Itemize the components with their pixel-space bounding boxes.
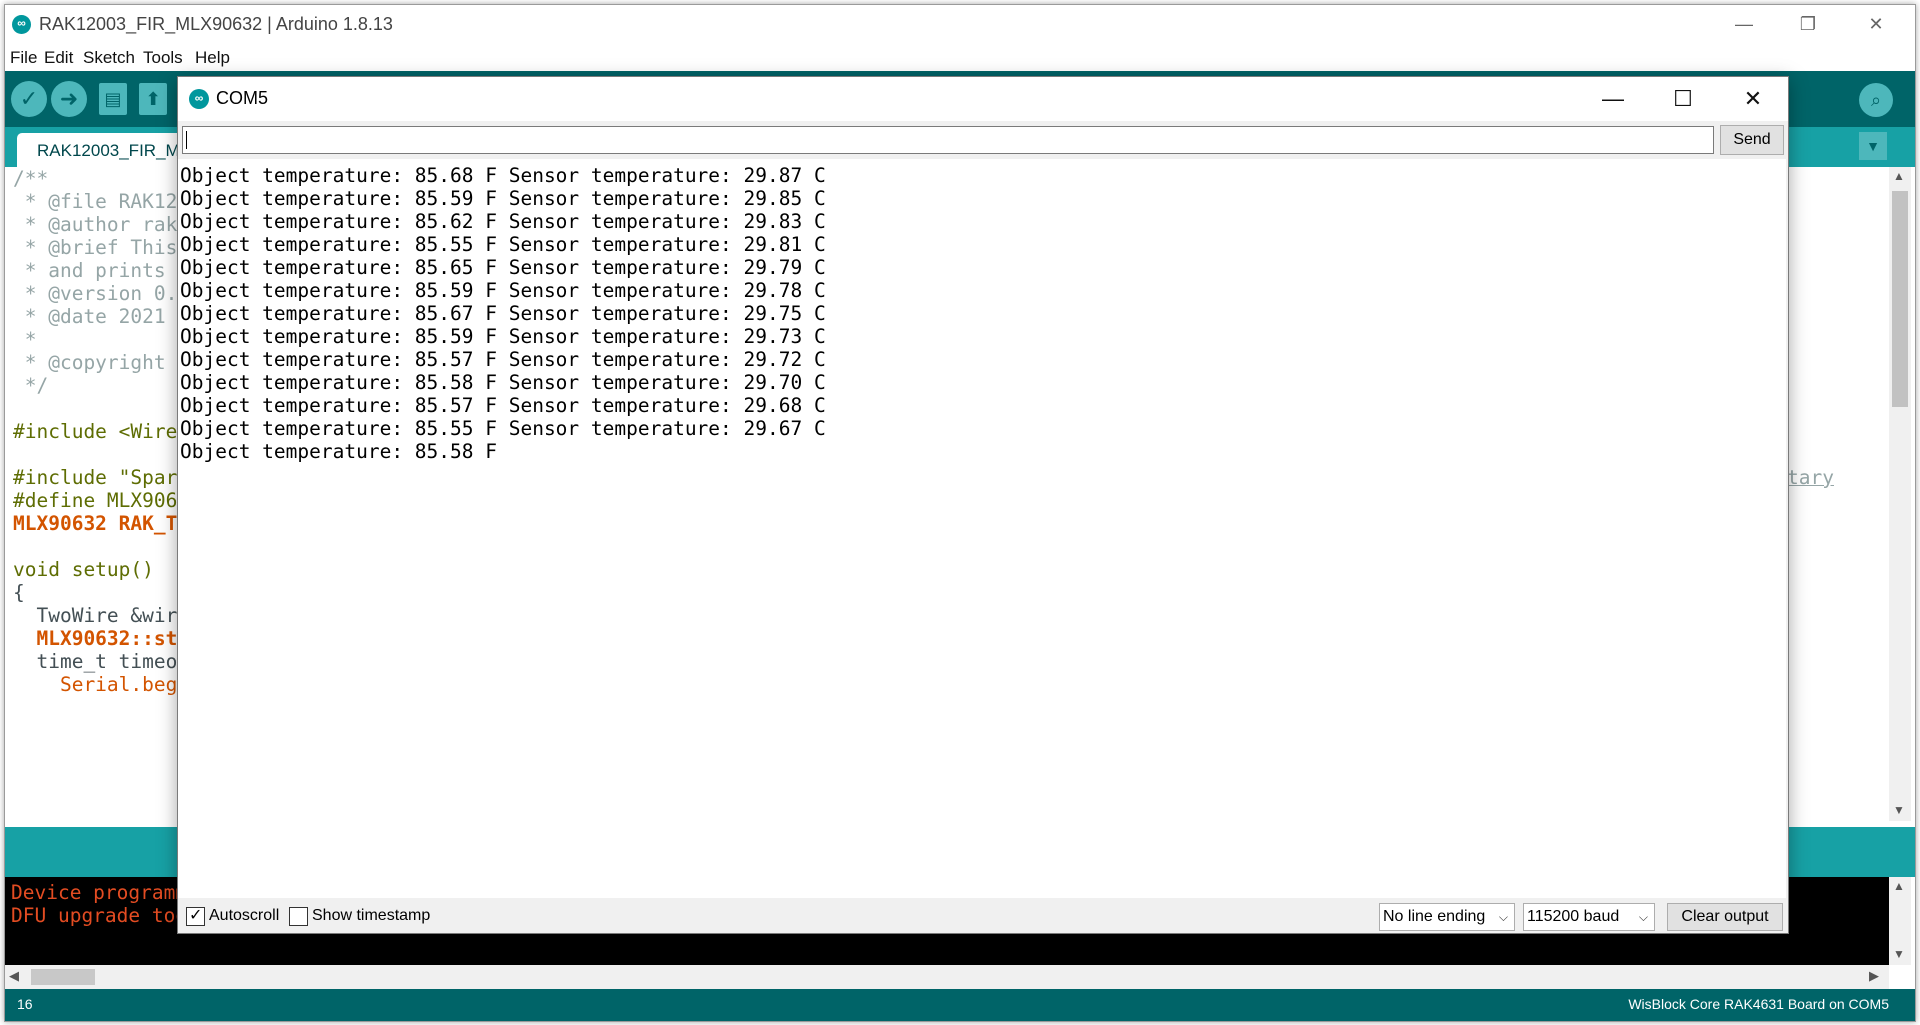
clear-output-button[interactable]: Clear output: [1667, 903, 1783, 931]
checkmark-icon: ✓: [189, 907, 203, 924]
serial-monitor-window: ∞ COM5 — ☐ ✕ Send Object temperature: 85…: [177, 76, 1789, 934]
code-line: {: [13, 581, 25, 604]
baud-rate-value: 115200 baud: [1527, 908, 1620, 925]
tab-sketch[interactable]: RAK12003_FIR_MLX90632: [17, 133, 248, 167]
arduino-logo-icon: ∞: [189, 89, 209, 109]
title-bar: ∞ RAK12003_FIR_MLX90632 | Arduino 1.8.13…: [5, 5, 1915, 45]
window-title: RAK12003_FIR_MLX90632 | Arduino 1.8.13: [39, 14, 393, 34]
chevron-down-icon: ⌵: [1638, 910, 1648, 924]
arrow-right-icon: ➜: [59, 86, 79, 111]
baud-rate-select[interactable]: 115200 baud ⌵: [1523, 903, 1655, 931]
code-line: * @date 2021: [13, 305, 166, 328]
line-number: 16: [17, 996, 33, 1012]
scroll-down-icon[interactable]: ▼: [1893, 803, 1905, 817]
console-line: DFU upgrade took: [11, 904, 199, 927]
serial-window-title: COM5: [216, 88, 269, 108]
close-button[interactable]: ✕: [1853, 9, 1899, 39]
serial-output[interactable]: Object temperature: 85.68 F Sensor tempe…: [178, 159, 1786, 898]
upload-button[interactable]: ➜: [51, 81, 87, 117]
code-line: */: [13, 374, 49, 397]
scroll-down-icon[interactable]: ▼: [1893, 947, 1905, 961]
chevron-down-icon: ▼: [1866, 138, 1880, 154]
serial-output-line: Object temperature: 85.62 F Sensor tempe…: [180, 210, 826, 233]
open-button[interactable]: ⬆: [139, 83, 167, 115]
chevron-down-icon: ⌵: [1498, 910, 1508, 924]
console-scrollbar[interactable]: ▲ ▼: [1889, 877, 1911, 965]
serial-output-line: Object temperature: 85.59 F Sensor tempe…: [180, 325, 826, 348]
serial-output-line: Object temperature: 85.59 F Sensor tempe…: [180, 279, 826, 302]
arduino-logo-icon: ∞: [12, 15, 31, 34]
serial-monitor-button[interactable]: ⌕: [1859, 83, 1893, 117]
menu-edit[interactable]: Edit: [44, 48, 73, 68]
code-line: void setup(): [13, 558, 154, 581]
serial-output-line: Object temperature: 85.55 F Sensor tempe…: [180, 417, 826, 440]
scroll-left-icon[interactable]: ◀: [9, 968, 19, 984]
scroll-up-icon[interactable]: ▲: [1893, 879, 1905, 893]
editor-scrollbar[interactable]: ▲ ▼: [1889, 167, 1911, 821]
restore-button[interactable]: ❐: [1785, 9, 1831, 39]
code-line: * @version 0.1: [13, 282, 190, 305]
status-bar: 16 WisBlock Core RAK4631 Board on COM5: [5, 989, 1915, 1021]
serial-maximize-button[interactable]: ☐: [1653, 81, 1713, 117]
timestamp-checkbox[interactable]: [289, 907, 308, 926]
editor-scroll-thumb[interactable]: [1892, 191, 1908, 407]
menu-tools[interactable]: Tools: [143, 48, 183, 68]
text-caret: [186, 131, 187, 149]
serial-output-line: Object temperature: 85.67 F Sensor tempe…: [180, 302, 826, 325]
verify-button[interactable]: ✓: [11, 81, 47, 117]
code-fragment: tary: [1787, 466, 1834, 489]
line-ending-value: No line ending: [1383, 908, 1486, 925]
autoscroll-label: Autoscroll: [209, 907, 280, 924]
send-button[interactable]: Send: [1720, 125, 1784, 155]
timestamp-label: Show timestamp: [312, 907, 431, 924]
line-ending-select[interactable]: No line ending ⌵: [1379, 903, 1515, 931]
scroll-right-icon[interactable]: ▶: [1869, 968, 1879, 984]
code-line: /**: [13, 167, 49, 190]
new-sketch-button[interactable]: ▤: [99, 83, 127, 115]
menu-sketch[interactable]: Sketch: [83, 48, 135, 68]
serial-send-input[interactable]: [182, 126, 1714, 154]
horizontal-scrollbar[interactable]: ◀ ▶: [5, 965, 1889, 989]
arrow-up-icon: ⬆: [145, 89, 161, 109]
menu-bar: File Edit Sketch Tools Help: [5, 45, 1915, 71]
file-icon: ▤: [104, 89, 122, 109]
serial-output-line: Object temperature: 85.57 F Sensor tempe…: [180, 394, 826, 417]
horizontal-scroll-thumb[interactable]: [31, 969, 95, 985]
code-line: * @copyright: [13, 351, 166, 374]
magnifier-icon: ⌕: [1870, 90, 1882, 110]
serial-output-line: Object temperature: 85.58 F: [180, 440, 497, 463]
menu-help[interactable]: Help: [195, 48, 230, 68]
minimize-button[interactable]: —: [1721, 9, 1767, 39]
tab-menu-button[interactable]: ▼: [1859, 132, 1887, 160]
code-line: *: [13, 328, 37, 351]
board-info: WisBlock Core RAK4631 Board on COM5: [1628, 996, 1889, 1012]
serial-output-line: Object temperature: 85.57 F Sensor tempe…: [180, 348, 826, 371]
serial-title-bar: ∞ COM5 — ☐ ✕: [178, 77, 1788, 121]
scroll-up-icon[interactable]: ▲: [1893, 169, 1905, 183]
serial-output-line: Object temperature: 85.65 F Sensor tempe…: [180, 256, 826, 279]
serial-output-line: Object temperature: 85.55 F Sensor tempe…: [180, 233, 826, 256]
serial-close-button[interactable]: ✕: [1723, 81, 1783, 117]
checkmark-icon: ✓: [19, 86, 39, 111]
serial-output-line: Object temperature: 85.59 F Sensor tempe…: [180, 187, 826, 210]
serial-bottom-bar: ✓ Autoscroll Show timestamp No line endi…: [178, 898, 1788, 933]
serial-output-line: Object temperature: 85.68 F Sensor tempe…: [180, 164, 826, 187]
serial-minimize-button[interactable]: —: [1583, 81, 1643, 117]
menu-file[interactable]: File: [10, 48, 37, 68]
serial-output-line: Object temperature: 85.58 F Sensor tempe…: [180, 371, 826, 394]
autoscroll-checkbox[interactable]: ✓: [186, 907, 205, 926]
